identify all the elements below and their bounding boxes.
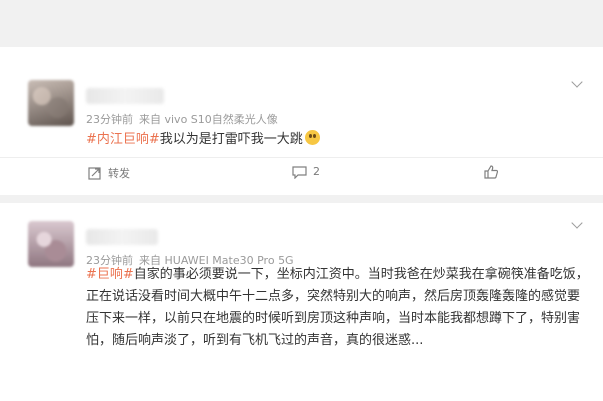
post-text-line: #巨响#自家的事必须要说一下，坐标内江资中。当时我爸在炒菜我在拿碗筷准备吃饭， [86,264,591,286]
post-text: 我以为是打雷吓我一大跳 [159,132,303,147]
post-content: #巨响#自家的事必须要说一下，坐标内江资中。当时我爸在炒菜我在拿碗筷准备吃饭， … [86,264,591,352]
post-text: 自家的事必须要说一下，坐标内江资中。当时我爸在炒菜我在拿碗筷准备吃饭， [133,267,589,282]
post-text-line: 压下来一样，以前只在地震的时候听到房顶这种声响，当时本能我都想蹲下了，特别害 [86,311,581,326]
comment-icon [292,165,307,179]
avatar[interactable] [28,80,74,126]
post-card: 23分钟前 来自 HUAWEI Mate30 Pro 5G #巨响#自家的事必须要… [0,203,603,401]
repost-icon [88,166,102,180]
post-source: 来自 vivo S10自然柔光人像 [139,113,278,126]
emoji-icon [304,130,320,145]
divider [0,157,603,158]
comment-count: 2 [313,165,320,178]
post-text-line: 怕，随后响声淡了，听到有飞机飞过的声音，真的很迷惑... [86,333,424,348]
like-icon [484,165,499,179]
chevron-down-icon[interactable] [571,76,583,88]
username-blurred[interactable] [86,229,158,245]
post-content: #内江巨响#我以为是打雷吓我一大跳 [86,129,320,151]
repost-button[interactable]: 转发 [88,165,130,181]
chevron-down-icon[interactable] [571,217,583,229]
post-card: 23分钟前 来自 vivo S10自然柔光人像 #内江巨响#我以为是打雷吓我一大跳… [0,47,603,195]
repost-label: 转发 [108,167,130,180]
post-time[interactable]: 23分钟前 [86,113,133,126]
post-text-line: 正在说话没看时间大概中午十二点多，突然特别大的响声，然后房顶轰隆轰隆的感觉要 [86,289,581,304]
like-button[interactable] [484,165,499,179]
avatar[interactable] [28,221,74,267]
username-blurred[interactable] [86,88,164,104]
topic-tag[interactable]: #巨响# [86,267,134,282]
comment-button[interactable]: 2 [292,165,320,179]
topic-tag[interactable]: #内江巨响# [86,132,160,147]
post-meta: 23分钟前 来自 vivo S10自然柔光人像 [86,111,278,127]
